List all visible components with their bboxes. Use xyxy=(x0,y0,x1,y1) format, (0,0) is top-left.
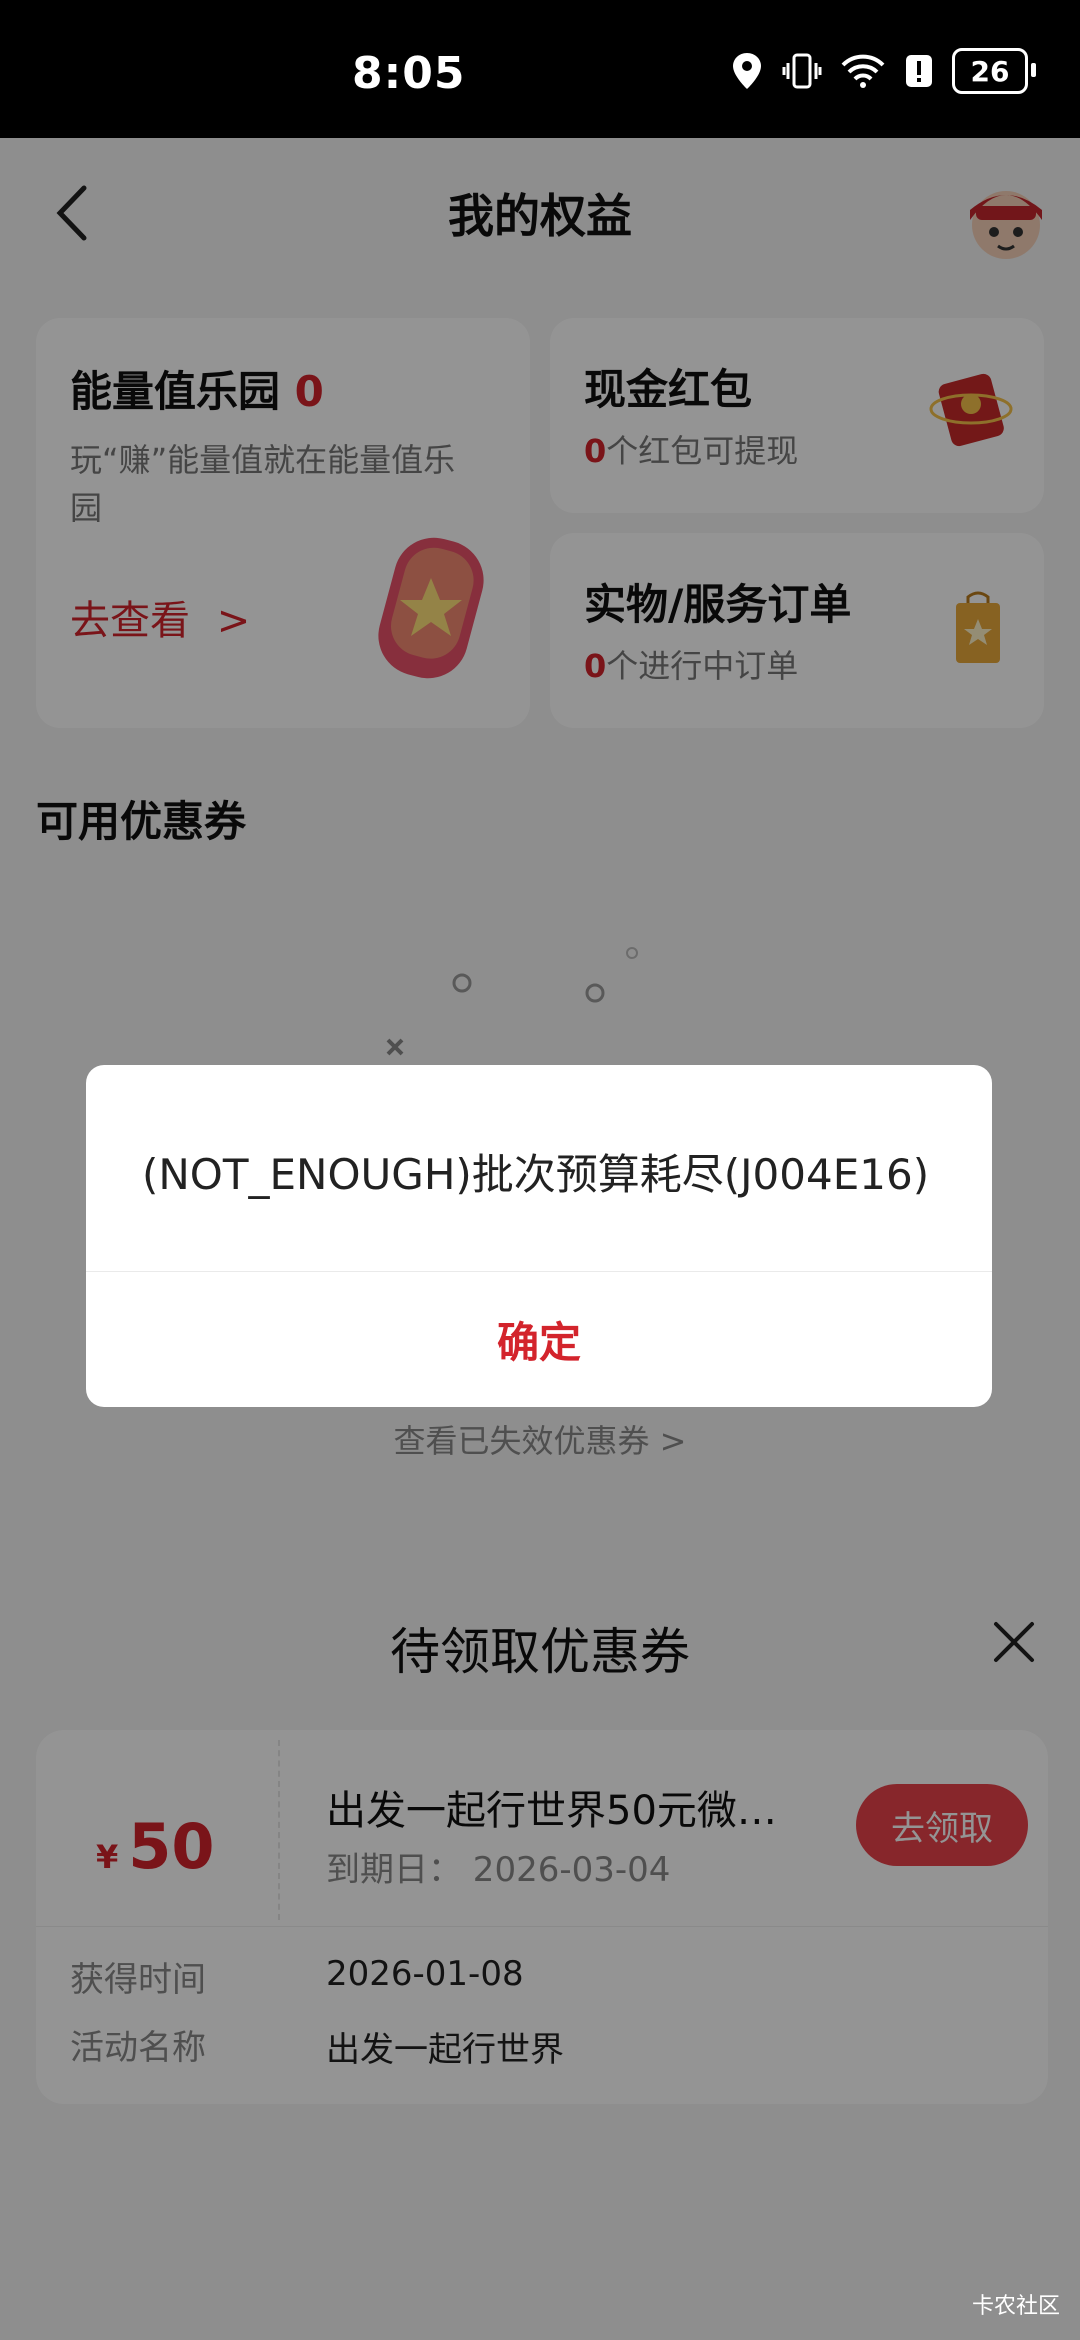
battery-indicator: 26 xyxy=(952,48,1036,94)
status-time: 8:05 xyxy=(352,48,466,99)
confirm-button[interactable]: 确定 xyxy=(86,1271,992,1407)
location-icon xyxy=(733,53,761,89)
watermark: 卡农社区 xyxy=(971,2294,1060,2319)
dialog-message: (NOT_ENOUGH)批次预算耗尽(J004E16) xyxy=(142,1150,930,1199)
wifi-icon xyxy=(841,54,885,88)
vibrate-icon xyxy=(782,53,822,89)
alert-icon xyxy=(906,55,932,87)
battery-level: 26 xyxy=(970,54,1010,88)
status-icons: 26 xyxy=(730,48,1036,94)
alert-dialog: (NOT_ENOUGH)批次预算耗尽(J004E16) 确定 xyxy=(86,1065,992,1407)
status-bar: 8:05 26 xyxy=(0,0,1080,138)
